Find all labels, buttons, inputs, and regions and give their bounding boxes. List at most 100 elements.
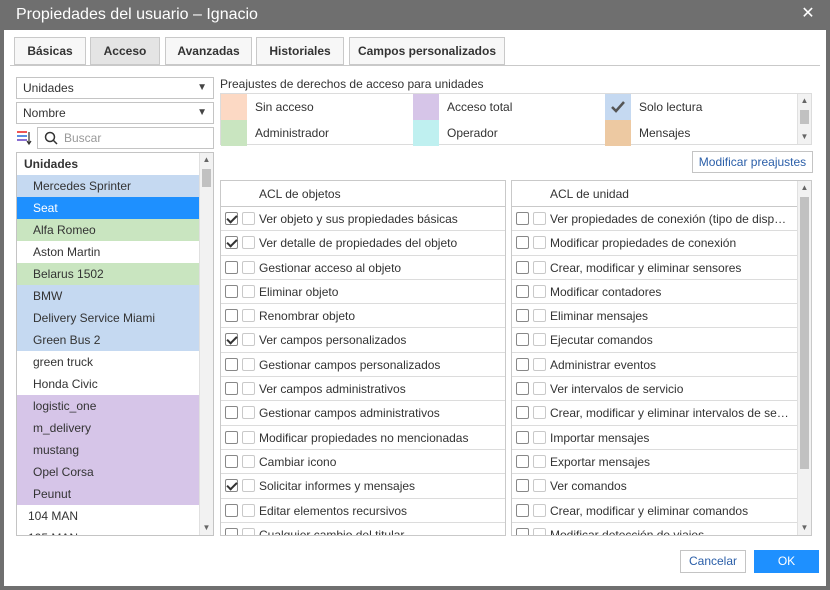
ok-button[interactable]: OK bbox=[754, 550, 819, 573]
acl-checkbox[interactable] bbox=[225, 382, 238, 396]
acl-checkbox[interactable] bbox=[516, 236, 529, 250]
acl-secondary-checkbox[interactable] bbox=[533, 479, 546, 493]
acl-secondary-checkbox[interactable] bbox=[533, 236, 546, 250]
cancel-button[interactable]: Cancelar bbox=[680, 550, 746, 573]
sort-filter-icon[interactable] bbox=[16, 130, 32, 146]
acl-checkbox[interactable] bbox=[225, 357, 238, 371]
close-icon[interactable]: ✕ bbox=[800, 6, 816, 22]
acl-secondary-checkbox[interactable] bbox=[242, 236, 255, 250]
tab-historiales[interactable]: Historiales bbox=[256, 37, 344, 65]
acl-checkbox[interactable] bbox=[225, 454, 238, 468]
scroll-down-icon[interactable]: ▼ bbox=[798, 130, 811, 144]
preset-item[interactable]: Acceso total bbox=[413, 94, 605, 120]
acl-secondary-checkbox[interactable] bbox=[242, 382, 255, 396]
tab-acceso[interactable]: Acceso bbox=[90, 37, 160, 65]
acl-secondary-checkbox[interactable] bbox=[533, 357, 546, 371]
unit-list-item[interactable]: Delivery Service Miami bbox=[17, 307, 200, 329]
acl-secondary-checkbox[interactable] bbox=[533, 212, 546, 225]
unit-list-item[interactable]: logistic_one bbox=[17, 395, 200, 417]
acl-checkbox[interactable] bbox=[225, 479, 238, 493]
unit-list-item[interactable]: Opel Corsa bbox=[17, 461, 200, 483]
preset-item[interactable]: Sin acceso bbox=[221, 94, 413, 120]
unit-list-item[interactable]: 104 MAN bbox=[17, 505, 200, 527]
acl-secondary-checkbox[interactable] bbox=[533, 309, 546, 323]
unit-list-item[interactable]: Mercedes Sprinter bbox=[17, 175, 200, 197]
acl-secondary-checkbox[interactable] bbox=[242, 357, 255, 371]
acl-secondary-checkbox[interactable] bbox=[242, 333, 255, 347]
acl-checkbox[interactable] bbox=[225, 212, 238, 225]
acl-checkbox[interactable] bbox=[225, 260, 238, 274]
acl-checkbox[interactable] bbox=[225, 284, 238, 298]
tab-avanzadas[interactable]: Avanzadas bbox=[165, 37, 252, 65]
preset-item[interactable]: Administrador bbox=[221, 120, 413, 146]
search-input[interactable]: Buscar bbox=[37, 127, 214, 149]
acl-secondary-checkbox[interactable] bbox=[242, 260, 255, 274]
acl-checkbox[interactable] bbox=[516, 406, 529, 420]
unit-list-item[interactable]: Seat bbox=[17, 197, 200, 219]
item-type-select[interactable]: Unidades ▼ bbox=[16, 77, 214, 99]
tab-campos-personalizados[interactable]: Campos personalizados bbox=[349, 37, 505, 65]
acl-checkbox[interactable] bbox=[516, 382, 529, 396]
unit-list-item[interactable]: Alfa Romeo bbox=[17, 219, 200, 241]
scroll-up-icon[interactable]: ▲ bbox=[798, 181, 811, 195]
tab-basicas[interactable]: Básicas bbox=[14, 37, 86, 65]
acl-checkbox[interactable] bbox=[225, 503, 238, 517]
acl-checkbox[interactable] bbox=[516, 260, 529, 274]
acl-secondary-checkbox[interactable] bbox=[533, 527, 546, 535]
unit-list-item[interactable]: m_delivery bbox=[17, 417, 200, 439]
unit-list-item[interactable]: Aston Martin bbox=[17, 241, 200, 263]
unit-list-item[interactable]: Peunut bbox=[17, 483, 200, 505]
acl-checkbox[interactable] bbox=[225, 236, 238, 250]
acl-secondary-checkbox[interactable] bbox=[242, 309, 255, 323]
acl-secondary-checkbox[interactable] bbox=[242, 212, 255, 225]
acl-checkbox[interactable] bbox=[516, 454, 529, 468]
scroll-thumb[interactable] bbox=[800, 110, 809, 124]
acl-secondary-checkbox[interactable] bbox=[242, 284, 255, 298]
unit-list-item[interactable]: Green Bus 2 bbox=[17, 329, 200, 351]
acl-secondary-checkbox[interactable] bbox=[242, 430, 255, 444]
acl-secondary-checkbox[interactable] bbox=[533, 503, 546, 517]
unit-list-item[interactable]: Honda Civic bbox=[17, 373, 200, 395]
acl-checkbox[interactable] bbox=[225, 309, 238, 323]
unit-list-item[interactable]: 105 MAN bbox=[17, 527, 200, 535]
acl-checkbox[interactable] bbox=[516, 333, 529, 347]
acl-secondary-checkbox[interactable] bbox=[533, 406, 546, 420]
acl-secondary-checkbox[interactable] bbox=[242, 527, 255, 535]
scroll-up-icon[interactable]: ▲ bbox=[798, 94, 811, 108]
sort-select[interactable]: Nombre ▼ bbox=[16, 102, 214, 124]
acl-secondary-checkbox[interactable] bbox=[242, 479, 255, 493]
acl-checkbox[interactable] bbox=[516, 479, 529, 493]
scroll-thumb[interactable] bbox=[202, 169, 211, 187]
acl-secondary-checkbox[interactable] bbox=[533, 454, 546, 468]
acl-checkbox[interactable] bbox=[516, 503, 529, 517]
acl-secondary-checkbox[interactable] bbox=[533, 430, 546, 444]
acl-checkbox[interactable] bbox=[516, 357, 529, 371]
preset-item[interactable]: Solo lectura bbox=[605, 94, 795, 120]
acl-unit-scrollbar[interactable]: ▲ ▼ bbox=[797, 181, 811, 535]
units-scrollbar[interactable]: ▲ ▼ bbox=[199, 153, 213, 535]
acl-secondary-checkbox[interactable] bbox=[533, 284, 546, 298]
unit-list-item[interactable]: Belarus 1502 bbox=[17, 263, 200, 285]
acl-checkbox[interactable] bbox=[516, 284, 529, 298]
unit-list-item[interactable]: BMW bbox=[17, 285, 200, 307]
acl-checkbox[interactable] bbox=[516, 430, 529, 444]
acl-secondary-checkbox[interactable] bbox=[533, 382, 546, 396]
acl-checkbox[interactable] bbox=[225, 430, 238, 444]
scroll-up-icon[interactable]: ▲ bbox=[200, 153, 213, 167]
preset-item[interactable]: Mensajes bbox=[605, 120, 795, 146]
acl-secondary-checkbox[interactable] bbox=[533, 260, 546, 274]
acl-secondary-checkbox[interactable] bbox=[242, 406, 255, 420]
acl-checkbox[interactable] bbox=[225, 333, 238, 347]
acl-checkbox[interactable] bbox=[225, 527, 238, 535]
scroll-down-icon[interactable]: ▼ bbox=[200, 521, 213, 535]
modify-presets-button[interactable]: Modificar preajustes bbox=[692, 151, 813, 173]
acl-secondary-checkbox[interactable] bbox=[242, 503, 255, 517]
unit-list-item[interactable]: green truck bbox=[17, 351, 200, 373]
presets-scrollbar[interactable]: ▲ ▼ bbox=[797, 94, 811, 144]
unit-list-item[interactable]: mustang bbox=[17, 439, 200, 461]
acl-checkbox[interactable] bbox=[516, 309, 529, 323]
scroll-down-icon[interactable]: ▼ bbox=[798, 521, 811, 535]
preset-item[interactable]: Operador bbox=[413, 120, 605, 146]
acl-checkbox[interactable] bbox=[516, 527, 529, 535]
acl-secondary-checkbox[interactable] bbox=[533, 333, 546, 347]
